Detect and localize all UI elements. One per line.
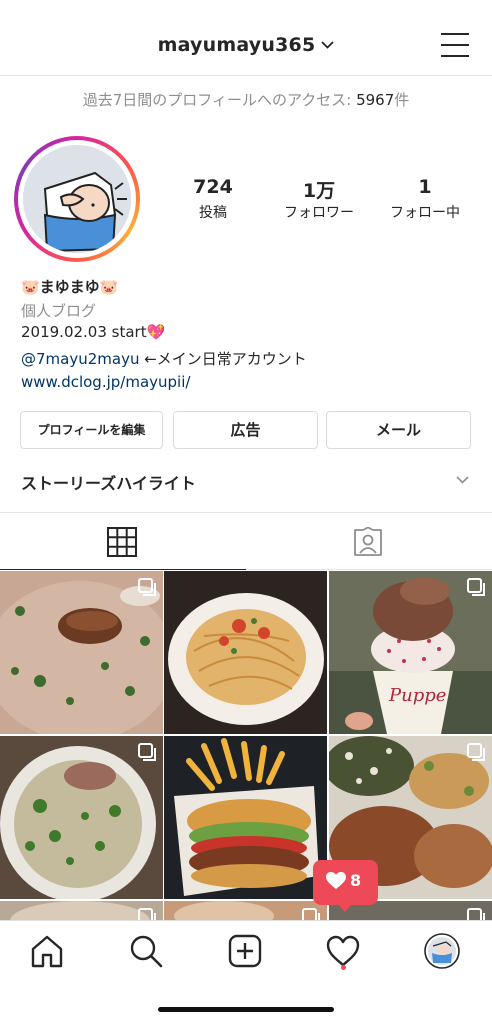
profile-tabs (0, 512, 492, 570)
avatar-image (23, 145, 131, 253)
chevron-down-icon[interactable] (456, 476, 469, 484)
multiple-photos-icon (138, 578, 156, 596)
home-icon (31, 935, 63, 968)
profile-stats: 724 投稿 1万 フォロワー 1 フォロー中 (160, 176, 478, 226)
post-thumbnail[interactable] (0, 571, 163, 734)
chevron-down-icon (321, 41, 335, 49)
stat-label: フォロー中 (390, 205, 460, 221)
stat-posts[interactable]: 724 投稿 (160, 176, 266, 222)
nav-new-post[interactable] (227, 933, 267, 973)
grid-icon (107, 527, 137, 557)
menu-icon[interactable] (441, 33, 469, 57)
post-thumbnail[interactable] (164, 736, 327, 899)
tab-grid[interactable] (0, 513, 246, 570)
posts-grid: Puppe (0, 571, 492, 921)
bio-line: 2019.02.03 start💖 (21, 323, 166, 341)
likes-count: 8 (350, 871, 362, 890)
profile-category: 個人ブログ (21, 302, 97, 320)
stat-value: 724 (193, 176, 233, 198)
profile-avatar-icon (424, 933, 460, 969)
home-indicator (158, 1007, 334, 1012)
heart-icon (326, 872, 346, 889)
stat-value: 1万 (302, 180, 336, 202)
email-button[interactable]: メール (326, 411, 471, 449)
activity-indicator-dot (341, 965, 346, 970)
bio-mention-line: @7mayu2mayu ←メイン日常アカウント (21, 348, 307, 369)
new-post-icon (228, 934, 262, 968)
visits-suffix: 件 (394, 91, 410, 109)
post-thumbnail[interactable] (0, 901, 163, 921)
mention-link[interactable]: @7mayu2mayu (21, 350, 139, 368)
mention-suffix: ←メイン日常アカウント (139, 350, 307, 368)
search-icon (130, 935, 163, 968)
website-link[interactable]: www.dclog.jp/mayupii/ (21, 373, 190, 391)
stat-label: フォロワー (284, 205, 354, 221)
multiple-photos-icon (467, 578, 485, 596)
post-thumbnail[interactable] (164, 571, 327, 734)
profile-avatar[interactable] (14, 136, 140, 262)
activity-notification-bubble[interactable]: 8 (313, 860, 378, 912)
profile-name: 🐷まゆまゆ🐷 (21, 278, 119, 296)
profile-visits-banner[interactable]: 過去7日間のプロフィールへのアクセス: 5967件 (0, 89, 492, 110)
visits-text: 過去7日間のプロフィールへのアクセス: (82, 91, 357, 109)
top-bar: mayumayu365 (0, 0, 492, 76)
nav-home[interactable] (29, 933, 69, 973)
stat-following[interactable]: 1 フォロー中 (372, 176, 478, 222)
username-label: mayumayu365 (157, 34, 316, 56)
post-thumbnail[interactable] (164, 901, 327, 921)
tab-tagged[interactable] (246, 513, 492, 570)
tagged-icon (354, 527, 382, 556)
stat-label: 投稿 (199, 205, 227, 221)
svg-text:Puppe: Puppe (388, 685, 446, 706)
multiple-photos-icon (467, 743, 485, 761)
story-highlights-label[interactable]: ストーリーズハイライト (21, 470, 196, 494)
stat-value: 1 (418, 176, 432, 198)
nav-profile[interactable] (424, 933, 464, 973)
post-thumbnail[interactable] (0, 736, 163, 899)
visits-count: 5967 (356, 91, 395, 109)
multiple-photos-icon (138, 743, 156, 761)
ads-button[interactable]: 広告 (173, 411, 318, 449)
username-switcher[interactable]: mayumayu365 (0, 34, 492, 56)
stat-followers[interactable]: 1万 フォロワー (266, 176, 372, 222)
post-thumbnail[interactable]: Puppe (329, 571, 492, 734)
edit-profile-button[interactable]: プロフィールを編集 (20, 411, 163, 449)
nav-search[interactable] (128, 933, 168, 973)
activity-icon (326, 935, 360, 967)
